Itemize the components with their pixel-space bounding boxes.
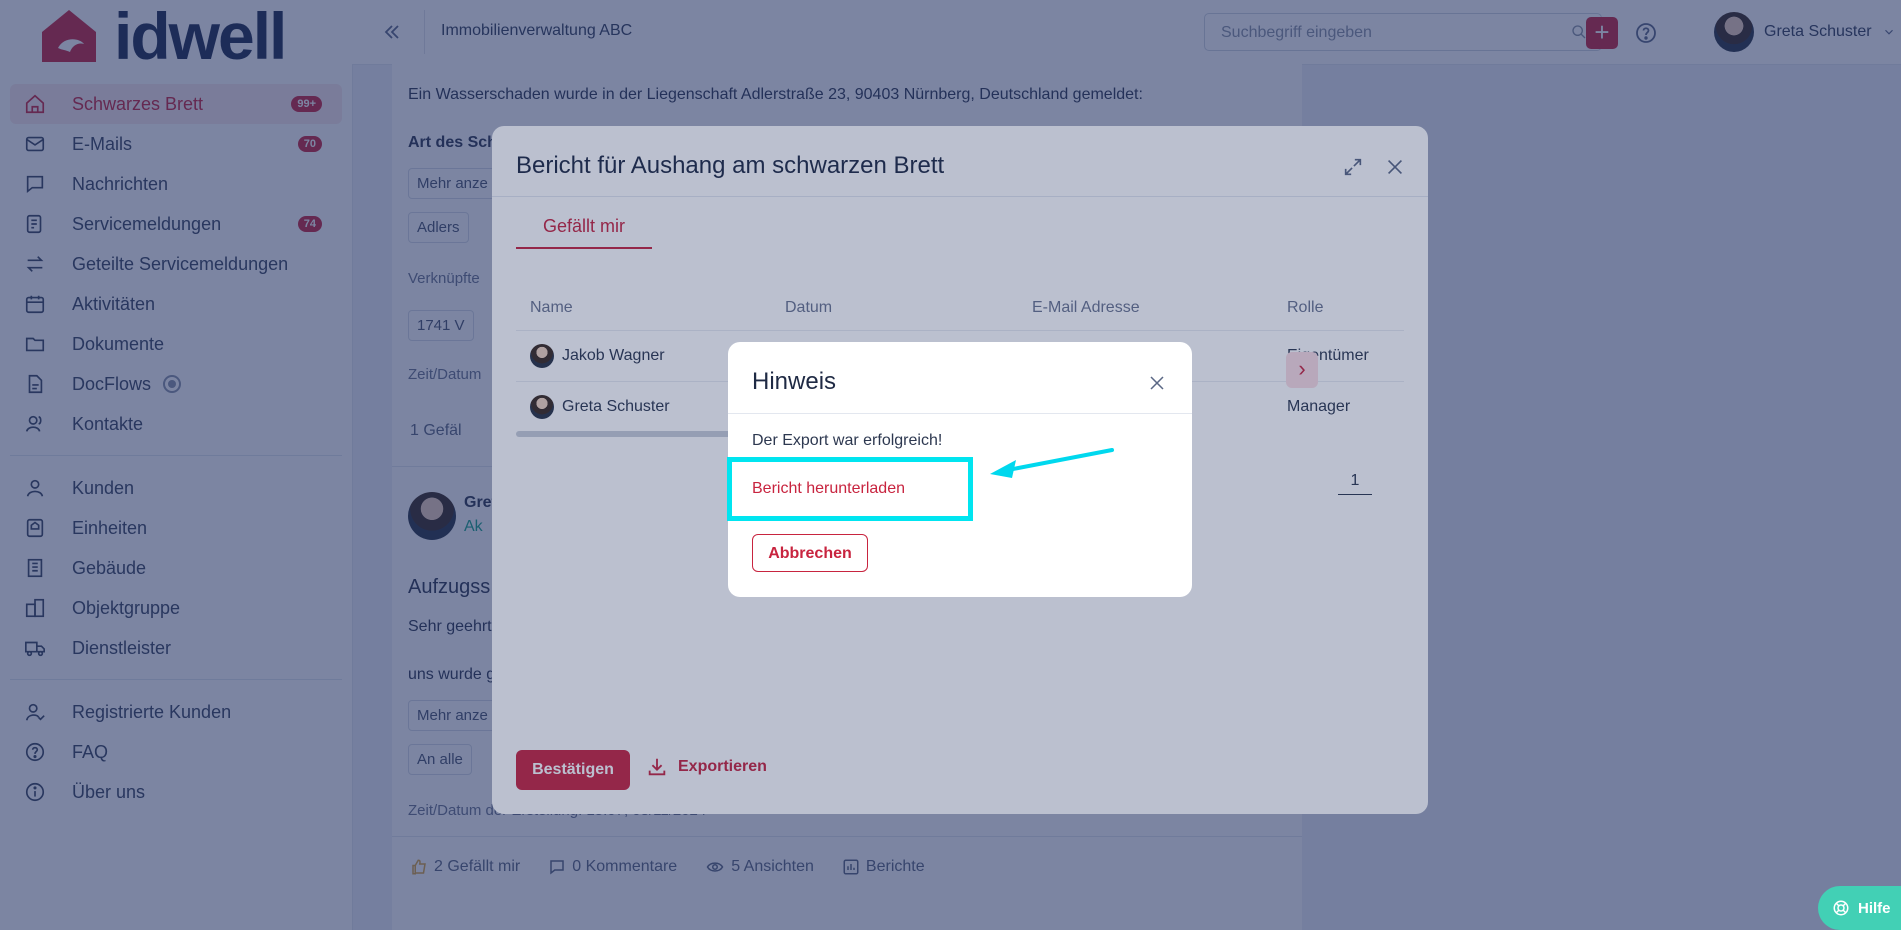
lifebuoy-icon <box>1833 900 1849 916</box>
help-label: Hilfe <box>1858 899 1891 917</box>
annotation-arrow-icon <box>990 448 1114 478</box>
help-button[interactable]: Hilfe <box>1818 886 1901 930</box>
cancel-button[interactable]: Abbrechen <box>752 534 868 572</box>
success-message: Der Export war erfolgreich! <box>752 432 943 449</box>
close-icon[interactable] <box>1148 374 1166 392</box>
dialog-title: Hinweis <box>752 368 837 395</box>
dialog-header-divider <box>728 413 1192 414</box>
annotation-highlight-box <box>727 457 973 521</box>
